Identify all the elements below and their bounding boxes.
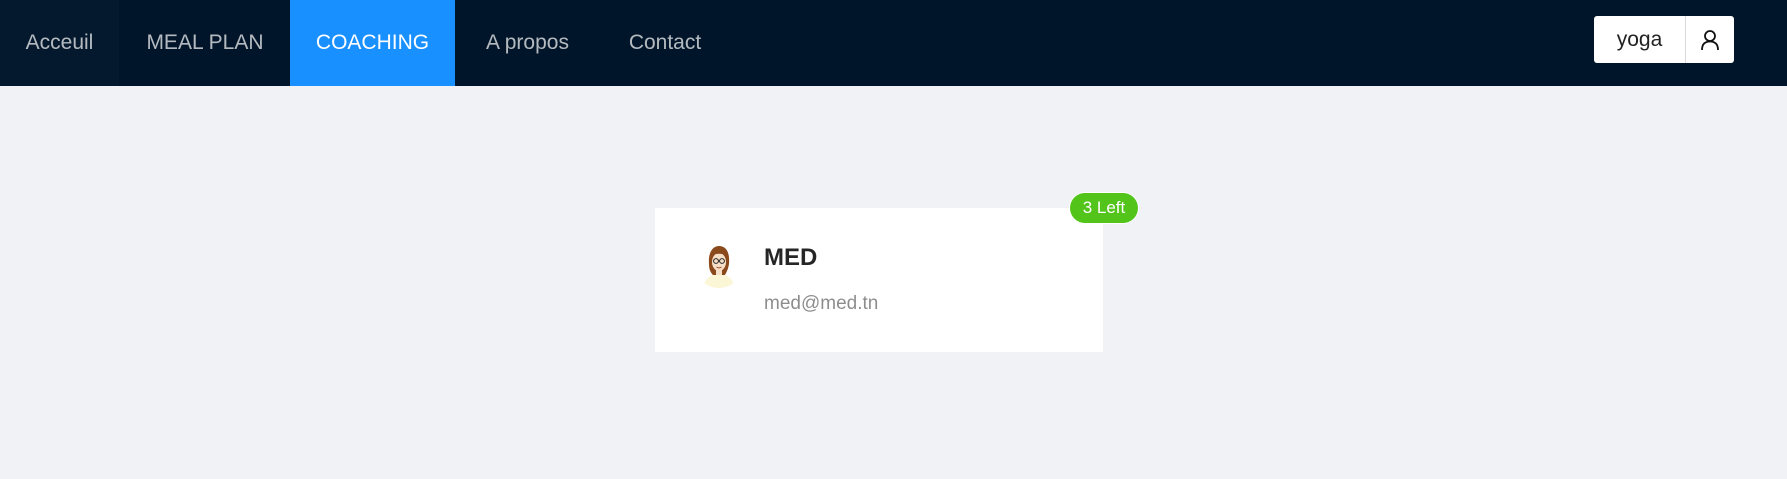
user-menu[interactable]: yoga bbox=[1594, 16, 1734, 63]
nav-item-contact[interactable]: Contact bbox=[600, 0, 730, 86]
nav-item-label: Acceuil bbox=[25, 31, 94, 54]
user-profile-button[interactable] bbox=[1686, 16, 1734, 63]
username[interactable]: yoga bbox=[1594, 16, 1686, 63]
nav-item-acceuil[interactable]: Acceuil bbox=[0, 0, 119, 86]
nav-item-label: Contact bbox=[628, 31, 702, 54]
nav-item-a-propos[interactable]: A propos bbox=[455, 0, 600, 86]
avatar bbox=[695, 240, 743, 288]
user-icon bbox=[1701, 29, 1719, 50]
coach-email: med@med.tn bbox=[764, 293, 879, 314]
nav-item-label: A propos bbox=[486, 31, 569, 54]
nav-item-label: COACHING bbox=[315, 31, 430, 54]
top-navbar: Acceuil MEAL PLAN COACHING A propos Cont… bbox=[0, 0, 1787, 86]
remaining-spots-badge: 3 Left bbox=[1070, 193, 1138, 223]
nav-item-coaching[interactable]: COACHING bbox=[290, 0, 455, 86]
nav-item-meal-plan[interactable]: MEAL PLAN bbox=[120, 0, 290, 86]
coach-card[interactable]: MED med@med.tn bbox=[655, 208, 1103, 352]
nav-item-label: MEAL PLAN bbox=[146, 31, 264, 54]
avatar-illustration-icon bbox=[695, 240, 743, 288]
coach-name: MED bbox=[764, 244, 818, 271]
